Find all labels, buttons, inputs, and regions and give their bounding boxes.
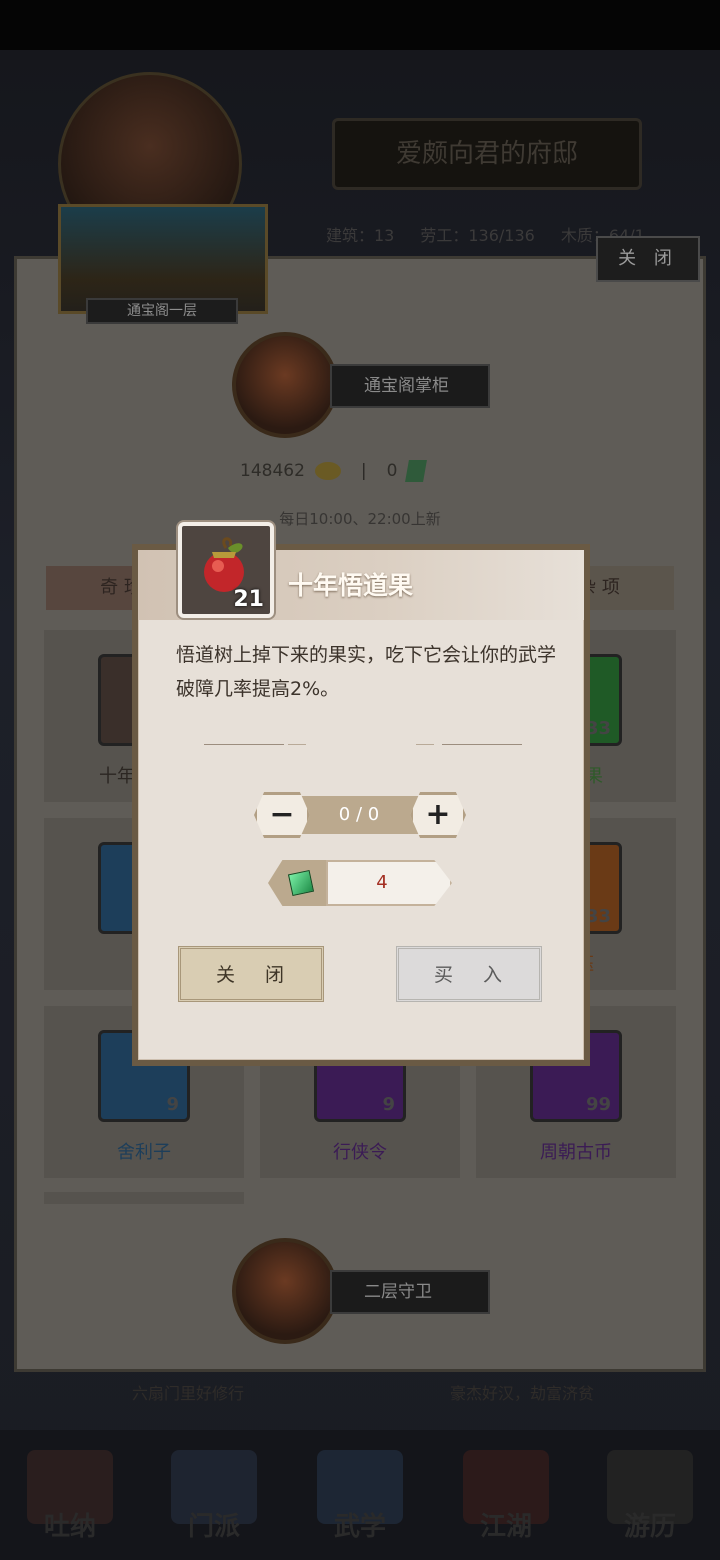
gold-amount: 148462 — [240, 461, 305, 481]
increase-button[interactable]: + — [410, 792, 466, 838]
divider-left — [204, 742, 314, 748]
keeper-avatar — [232, 332, 338, 438]
nav-wuxue-label: 武学 — [333, 1512, 386, 1542]
item-title: 十年悟道果 — [288, 571, 414, 600]
plus-icon: + — [425, 797, 451, 832]
jade-amount: 0 — [386, 461, 398, 481]
guard-name-tag: 二层守卫 — [330, 1270, 490, 1314]
item-count: 9 — [382, 1094, 395, 1115]
item-name: 周朝古币 — [540, 1142, 612, 1163]
nav-jianghu-label: 江湖 — [479, 1512, 532, 1542]
mansion-title: 爱颇向君的府邸 — [332, 118, 642, 190]
keeper-name-tag: 通宝阁掌柜 — [330, 364, 490, 408]
nav-youli-label: 游历 — [623, 1512, 676, 1542]
nav-tuna[interactable]: 吐纳 — [22, 1450, 118, 1550]
panel-close-button[interactable]: 关 闭 — [596, 236, 700, 282]
decrease-button[interactable]: − — [254, 792, 310, 838]
item-count: 99 — [585, 1094, 611, 1115]
currency-separator: | — [360, 461, 367, 481]
grid-scroll-edge — [44, 1192, 244, 1204]
stat-labor: 劳工：136/136 — [420, 226, 535, 245]
buy-button[interactable]: 买 入 — [396, 946, 542, 1002]
nav-wuxue[interactable]: 武学 — [312, 1450, 408, 1550]
nav-tuna-label: 吐纳 — [43, 1512, 96, 1542]
jade-currency-icon — [287, 869, 315, 897]
item-description: 悟道树上掉下来的果实，吃下它会让你的武学破障几率提高2%。 — [176, 644, 557, 700]
shop-floor-label: 通宝阁一层 — [86, 298, 238, 324]
nav-jianghu[interactable]: 江湖 — [458, 1450, 554, 1550]
nav-menpai-label: 门派 — [187, 1512, 240, 1542]
currency-row: 148462 | 0 — [240, 460, 428, 482]
notice-right: 豪杰好汉，劫富济贫 — [450, 1384, 595, 1403]
dialog-close-button[interactable]: 关 闭 — [178, 946, 324, 1002]
item-name: 行侠令 — [333, 1142, 387, 1163]
nav-youli[interactable]: 游历 — [602, 1450, 698, 1550]
status-bar — [0, 0, 720, 50]
divider-right — [412, 742, 522, 748]
nav-menpai[interactable]: 门派 — [166, 1450, 262, 1550]
item-count: 9 — [166, 1094, 179, 1115]
guard-avatar — [232, 1238, 338, 1344]
stat-buildings: 建筑：13 — [326, 226, 395, 245]
gold-ingot-icon — [314, 462, 341, 480]
price-value: 4 — [326, 860, 452, 906]
minus-icon: − — [269, 797, 295, 832]
item-quantity-badge: 21 — [233, 587, 264, 612]
price-box: 4 — [268, 860, 452, 906]
jade-icon — [405, 460, 428, 482]
item-name: 舍利子 — [117, 1142, 171, 1163]
item-icon-frame: 21 — [178, 522, 274, 618]
notice-left: 六扇门里好修行 — [132, 1384, 245, 1403]
